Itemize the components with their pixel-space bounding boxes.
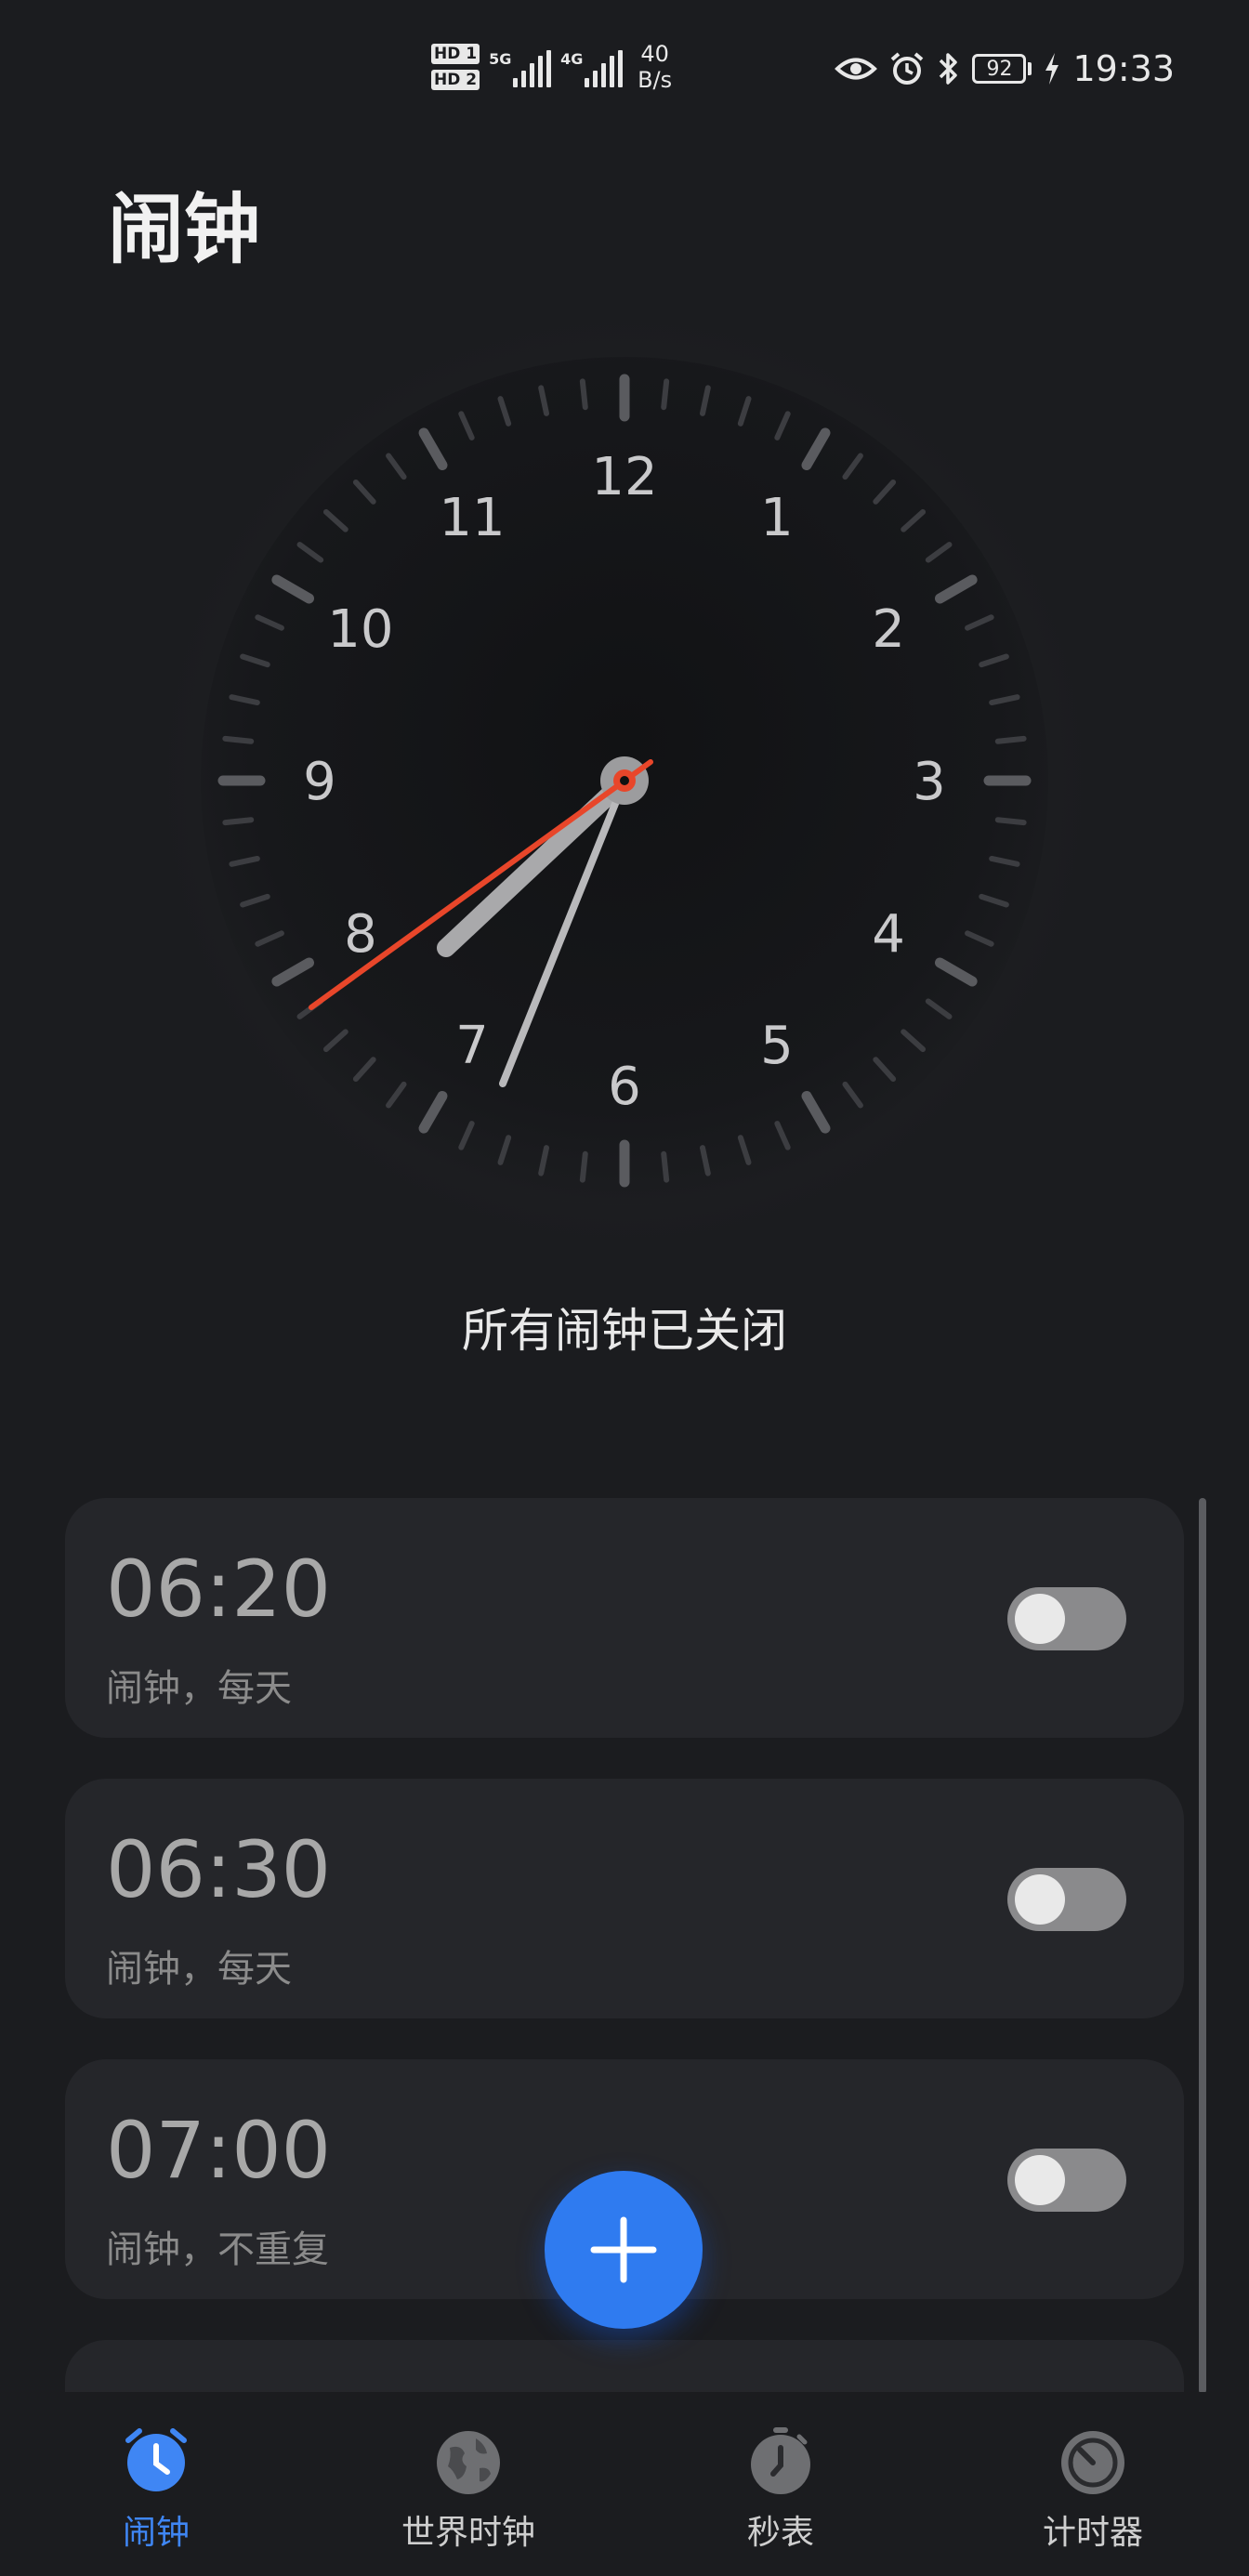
nav-label: 世界时钟 [401,2514,535,2552]
clock-number: 8 [344,904,377,965]
net-speed-value: 40 [640,41,669,67]
network2-label: 4G [560,50,584,68]
clock-number: 10 [327,599,393,660]
network-status: HD 1 HD 2 5G 4G 40 B/s [431,41,672,93]
clock-number: 3 [913,752,946,812]
nav-label: 秒表 [746,2514,814,2552]
clock-number: 9 [303,752,336,812]
alarm-time: 07:00 [106,2105,332,2196]
alarm-item[interactable]: 06:20 闹钟，每天 [65,1498,1184,1738]
add-alarm-button[interactable] [545,2171,703,2329]
bluetooth-icon [940,53,958,85]
plus-icon [590,2216,657,2283]
sim-indicators: HD 1 HD 2 [431,44,480,90]
signal-4g-icon: 4G [560,46,624,87]
sim2-badge: HD 2 [431,70,480,90]
page-title: 闹钟 [108,186,261,274]
alarm-toggle[interactable] [1007,2149,1126,2212]
alarm-toggle[interactable] [1007,1868,1126,1931]
clock-minor-tick [661,378,670,411]
charging-icon [1045,53,1059,85]
network1-label: 5G [489,50,512,68]
alarms-status-text: 所有闹钟已关闭 [462,1304,787,1358]
clock-number: 1 [760,488,794,548]
nav-tab-world-clock[interactable]: 世界时钟 [312,2392,624,2576]
status-time: 19:33 [1072,48,1175,89]
clock-number: 5 [760,1016,794,1076]
clock-minor-tick [222,735,255,744]
scrollbar[interactable] [1199,1498,1206,2394]
analog-clock: 12 1 2 3 4 5 6 7 8 9 10 11 [0,297,1249,1264]
alarm-time: 06:20 [106,1544,332,1635]
net-speed: 40 B/s [638,41,672,93]
alarm-time: 06:30 [106,1824,332,1915]
alarm-toggle[interactable] [1007,1587,1126,1650]
clock-number: 4 [872,904,905,965]
signal-5g-icon: 5G [489,46,552,87]
nav-tab-alarm[interactable]: 闹钟 [0,2392,312,2576]
timer-icon [1061,2431,1124,2494]
alarm-item[interactable]: 06:30 闹钟，每天 [65,1779,1184,2018]
alarm-status-icon [891,52,924,85]
eye-comfort-icon [835,58,878,80]
clock-minor-tick [661,1150,670,1183]
center-dot [620,776,629,785]
clock-minor-tick [994,817,1027,826]
clock-minor-tick [579,378,588,411]
sim1-badge: HD 1 [431,44,480,64]
clock-number: 12 [591,447,657,507]
system-status: 92 19:33 [835,48,1175,89]
nav-tab-stopwatch[interactable]: 秒表 [624,2392,937,2576]
battery-level: 92 [972,54,1027,84]
alarm-label: 闹钟，每天 [106,1667,292,1710]
battery-icon: 92 [972,54,1032,84]
clock-number: 11 [439,488,505,548]
clock-number: 7 [455,1016,489,1076]
stopwatch-icon [751,2427,810,2494]
globe-icon [437,2431,500,2494]
nav-tab-timer[interactable]: 计时器 [937,2392,1249,2576]
status-bar: HD 1 HD 2 5G 4G 40 B/s 92 19:33 [0,0,1249,130]
clock-number: 2 [872,599,905,660]
net-speed-unit: B/s [638,67,673,93]
alarm-clock-icon [125,2428,187,2491]
clock-minor-tick [579,1150,588,1183]
alarm-label: 闹钟，每天 [106,1948,292,1991]
clock-minor-tick [222,817,255,826]
alarm-label: 闹钟，不重复 [106,2228,329,2271]
clock-minor-tick [994,735,1027,744]
bottom-nav: 闹钟 世界时钟 秒表 计时器 [0,2392,1249,2576]
nav-label: 计时器 [1042,2514,1143,2552]
nav-label: 闹钟 [122,2514,190,2552]
clock-number: 6 [608,1057,641,1117]
